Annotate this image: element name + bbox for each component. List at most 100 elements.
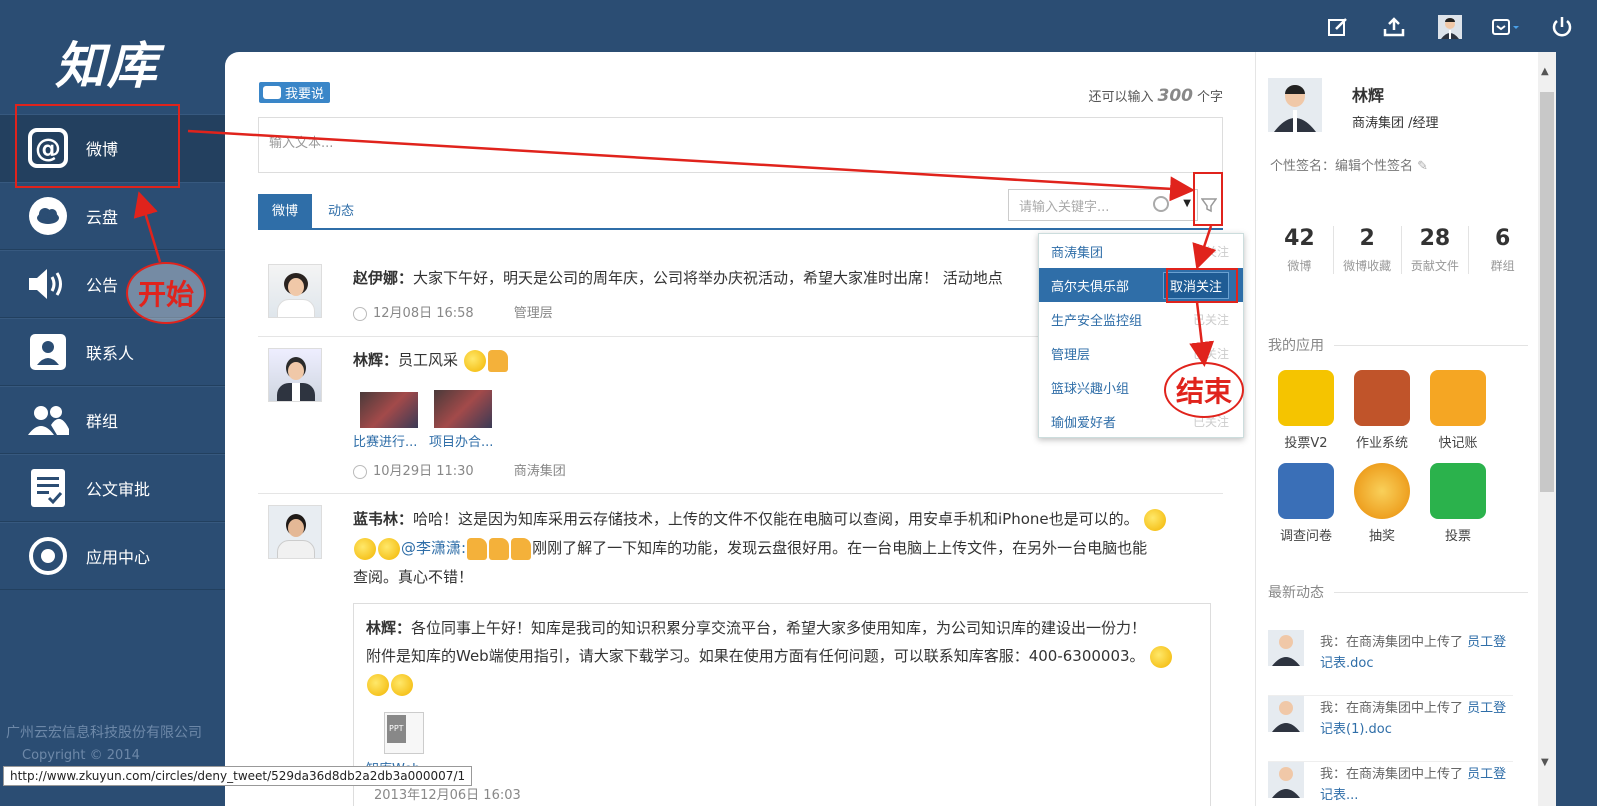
avatar[interactable] bbox=[1268, 78, 1322, 132]
activity-text: 我：在商涛集团中上传了 员工登记表.doc bbox=[1320, 632, 1510, 674]
stat-files[interactable]: 28 贡献文件 bbox=[1402, 226, 1470, 274]
clock-icon bbox=[353, 306, 367, 321]
smiley-emoji-icon bbox=[391, 673, 413, 696]
mention-link[interactable]: @李潇潇: bbox=[401, 539, 466, 557]
contact-icon bbox=[26, 330, 70, 374]
avatar[interactable] bbox=[1268, 762, 1304, 798]
tab-activity[interactable]: 动态 bbox=[314, 194, 368, 230]
post-body: 大家下午好，明天是公司的周年庆，公司将举办庆祝活动，希望大家准时出席！ 活动地点 bbox=[413, 269, 1003, 287]
sidebar-item-label: 联系人 bbox=[86, 344, 135, 363]
post-group[interactable]: 管理层 bbox=[514, 302, 553, 321]
stat-value: 6 bbox=[1494, 226, 1511, 251]
group-icon bbox=[26, 398, 70, 442]
sidebar-item-cloud[interactable]: 云盘 bbox=[0, 182, 225, 250]
photo-caption[interactable]: 比赛进行... bbox=[353, 428, 417, 457]
profile-signature[interactable]: 个性签名：编辑个性签名 ✎ bbox=[1270, 155, 1428, 174]
app-vote-v2[interactable]: 投票V2 bbox=[1268, 370, 1344, 451]
upload-icon[interactable] bbox=[1379, 14, 1409, 40]
dropdown-item-label: 生产安全监控组 bbox=[1051, 313, 1143, 329]
stat-weibo[interactable]: 42 微博 bbox=[1266, 226, 1334, 274]
dropdown-item-label: 瑜伽爱好者 bbox=[1051, 415, 1117, 431]
pencil-icon[interactable]: ✎ bbox=[1417, 159, 1428, 174]
post-author[interactable]: 蓝韦林： bbox=[353, 510, 413, 528]
stat-favorites[interactable]: 2 微博收藏 bbox=[1334, 226, 1402, 274]
stat-groups[interactable]: 6 群组 bbox=[1469, 226, 1536, 274]
top-toolbar bbox=[1323, 14, 1577, 40]
post-body-cont: 刚刚了解了一下知库的功能，发现云盘很好用。在一台电脑上上传文件，在另外一台电脑也… bbox=[532, 539, 1148, 557]
avatar[interactable] bbox=[268, 505, 322, 559]
activity-desc: 我：在商涛集团中上传了 bbox=[1320, 701, 1468, 716]
app-label: 快记账 bbox=[1438, 436, 1478, 451]
say-badge: 我要说 bbox=[259, 82, 331, 103]
ppt-file-icon[interactable]: PPT bbox=[384, 712, 424, 754]
sidebar-item-label: 公文审批 bbox=[86, 480, 151, 499]
post-text: 赵伊娜：大家下午好，明天是公司的周年庆，公司将举办庆祝活动，希望大家准时出席！ … bbox=[353, 264, 1003, 293]
dropdown-item-label: 篮球兴趣小组 bbox=[1051, 381, 1130, 397]
follow-status[interactable]: 已关注 bbox=[1193, 243, 1229, 260]
stat-label: 微博收藏 bbox=[1343, 259, 1392, 273]
search-placeholder: 请输入关键字... bbox=[1019, 199, 1110, 215]
apps-section-title: 我的应用 bbox=[1268, 335, 1528, 355]
post-time: 12月08日 16:58 bbox=[353, 302, 474, 321]
app-center-icon bbox=[26, 534, 70, 578]
tab-weibo[interactable]: 微博 bbox=[258, 194, 313, 230]
avatar[interactable] bbox=[1268, 630, 1304, 666]
activity-text: 我：在商涛集团中上传了 员工登记表... bbox=[1320, 764, 1510, 806]
app-logo: 知库 bbox=[55, 37, 159, 95]
annotation-box-start bbox=[15, 104, 180, 188]
app-label: 投票V2 bbox=[1284, 436, 1328, 451]
sidebar-item-groups[interactable]: 群组 bbox=[0, 386, 225, 454]
app-homework[interactable]: 作业系统 bbox=[1344, 370, 1420, 451]
compose-icon[interactable] bbox=[1323, 14, 1353, 40]
app-lottery[interactable]: 抽奖 bbox=[1344, 463, 1420, 544]
notebook-icon bbox=[1430, 370, 1486, 426]
photo-caption[interactable]: 项目办合... bbox=[429, 428, 493, 457]
thumbs-up-emoji-icon bbox=[511, 537, 532, 560]
user-avatar-icon[interactable] bbox=[1435, 14, 1465, 40]
post-author[interactable]: 赵伊娜： bbox=[353, 269, 413, 287]
search-input[interactable]: 请输入关键字... ▼ bbox=[1008, 189, 1198, 221]
photo-thumbnail[interactable] bbox=[434, 390, 492, 428]
scrollbar-thumb[interactable] bbox=[1540, 92, 1554, 492]
lottery-icon bbox=[1354, 463, 1410, 519]
sidebar-item-approval[interactable]: 公文审批 bbox=[0, 454, 225, 522]
chat-bubble-icon bbox=[263, 86, 281, 99]
quoted-post: 林辉：各位同事上午好！知库是我司的知识积累分享交流平台，希望大家多使用知库，为公… bbox=[353, 603, 1211, 806]
quote-author[interactable]: 林辉： bbox=[366, 619, 411, 637]
caret-down-icon[interactable]: ▼ bbox=[1183, 198, 1191, 209]
avatar[interactable] bbox=[268, 348, 322, 402]
scroll-down-icon[interactable]: ▼ bbox=[1541, 757, 1549, 768]
sidebar-item-label: 群组 bbox=[86, 412, 119, 431]
post-textarea[interactable]: 输入文本... bbox=[258, 117, 1223, 173]
company-name: 广州云宏信息科技股份有限公司 bbox=[6, 725, 202, 741]
dropdown-item[interactable]: 商涛集团 已关注 bbox=[1039, 234, 1243, 268]
app-bookkeeping[interactable]: 快记账 bbox=[1420, 370, 1496, 451]
scrollbar[interactable]: ▲ ▼ bbox=[1538, 52, 1556, 806]
stat-label: 群组 bbox=[1490, 259, 1515, 273]
activity-item: 我：在商涛集团中上传了 员工登记表... bbox=[1268, 762, 1513, 806]
follow-status[interactable]: 已关注 bbox=[1193, 311, 1229, 328]
app-vote[interactable]: 投票 bbox=[1420, 463, 1496, 544]
follow-status[interactable]: 已关注 bbox=[1193, 345, 1229, 362]
photo-thumbnail[interactable] bbox=[360, 392, 418, 428]
scroll-up-icon[interactable]: ▲ bbox=[1541, 66, 1549, 77]
thumbs-up-emoji-icon bbox=[489, 537, 510, 560]
search-icon[interactable] bbox=[1153, 196, 1169, 212]
avatar[interactable] bbox=[1268, 696, 1304, 732]
post-group[interactable]: 商涛集团 bbox=[514, 460, 566, 479]
power-icon[interactable] bbox=[1547, 14, 1577, 40]
post-meta: 12月08日 16:58 管理层 bbox=[353, 302, 553, 321]
dropdown-item-label: 商涛集团 bbox=[1051, 245, 1104, 261]
post-meta: 10月29日 11:30 商涛集团 bbox=[353, 460, 566, 479]
app-survey[interactable]: 调查问卷 bbox=[1268, 463, 1344, 544]
inbox-dropdown-icon[interactable] bbox=[1491, 14, 1521, 40]
stat-label: 微博 bbox=[1287, 259, 1312, 273]
clock-icon bbox=[353, 464, 367, 479]
survey-icon bbox=[1278, 463, 1334, 519]
post-author[interactable]: 林辉： bbox=[353, 351, 398, 369]
sidebar-item-app-center[interactable]: 应用中心 bbox=[0, 522, 225, 590]
sidebar-item-contacts[interactable]: 联系人 bbox=[0, 318, 225, 386]
dropdown-item[interactable]: 生产安全监控组 已关注 bbox=[1039, 302, 1243, 336]
avatar[interactable] bbox=[268, 264, 322, 318]
post-time-value: 12月08日 16:58 bbox=[373, 306, 474, 321]
